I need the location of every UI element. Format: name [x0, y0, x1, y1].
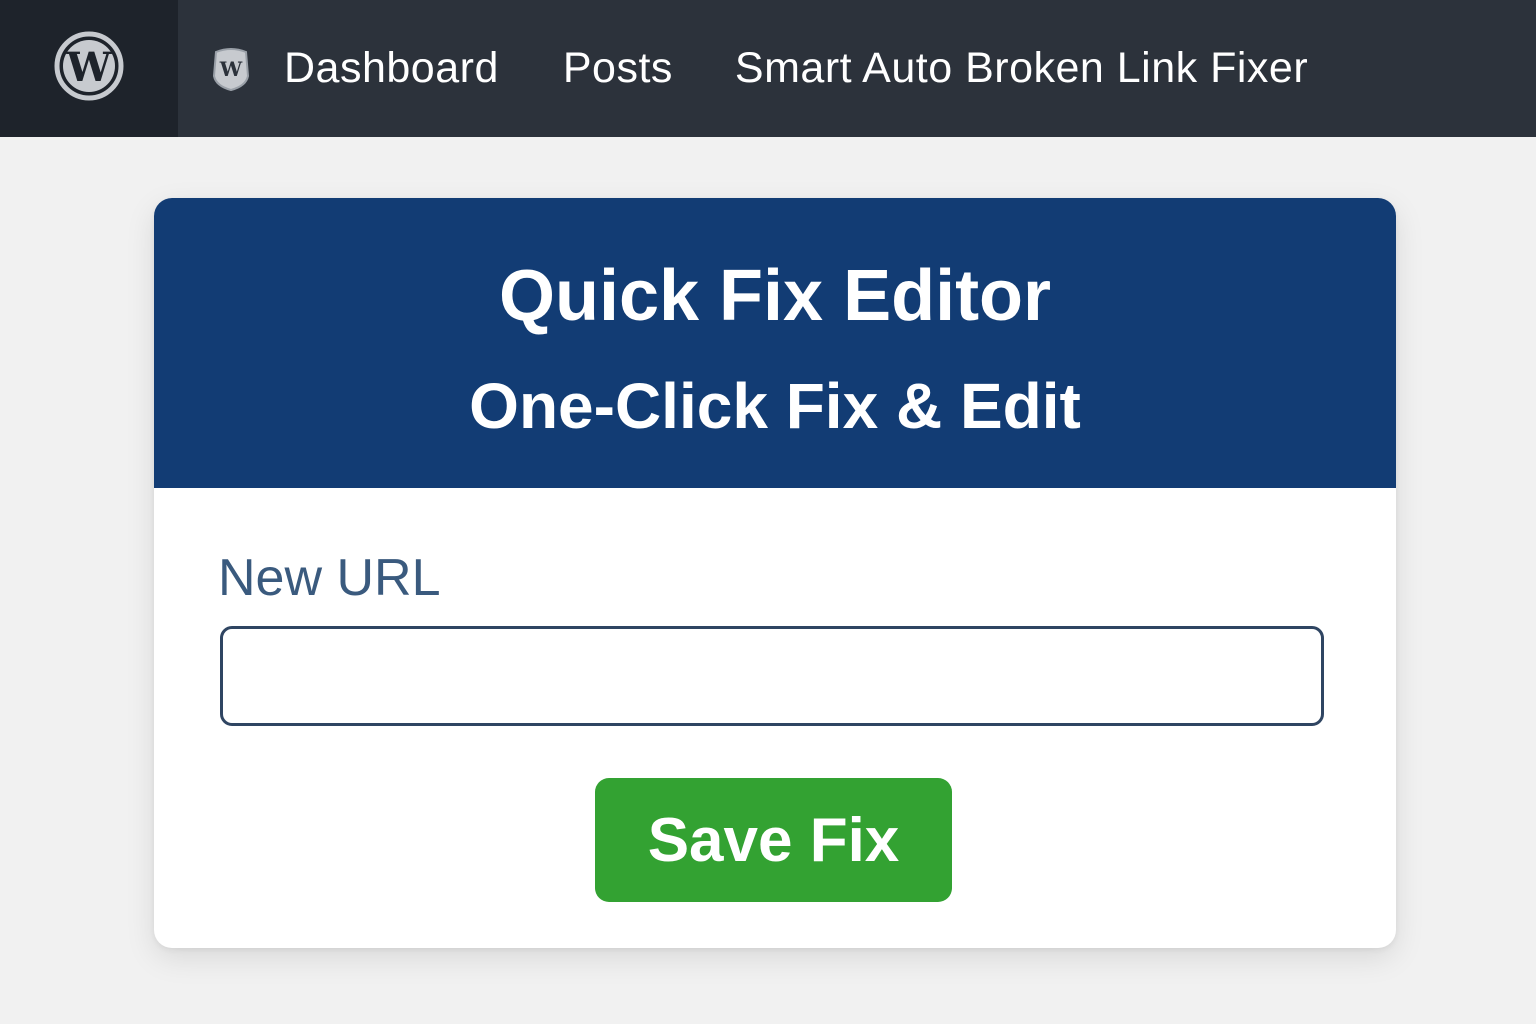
save-fix-button[interactable]: Save Fix: [595, 778, 952, 902]
new-url-label: New URL: [218, 549, 441, 607]
editor-subtitle: One-Click Fix & Edit: [469, 370, 1081, 442]
editor-header: Quick Fix Editor One-Click Fix & Edit: [154, 198, 1396, 488]
plugin-badge-icon[interactable]: W: [210, 46, 252, 92]
editor-title: Quick Fix Editor: [498, 256, 1052, 336]
quick-fix-editor-card: Quick Fix Editor One-Click Fix & Edit Ne…: [154, 198, 1396, 948]
wordpress-logo-button[interactable]: W: [0, 0, 178, 137]
svg-text:W: W: [219, 57, 243, 81]
wordpress-logo-icon: W: [54, 31, 124, 106]
nav-dashboard[interactable]: Dashboard: [284, 44, 499, 93]
svg-text:W: W: [66, 44, 113, 91]
new-url-input[interactable]: [220, 626, 1324, 726]
admin-bar: W W Dashboard Posts Smart Auto Broken Li…: [0, 0, 1536, 137]
nav-posts[interactable]: Posts: [563, 44, 673, 93]
nav-smart-auto-broken-link-fixer[interactable]: Smart Auto Broken Link Fixer: [735, 44, 1308, 93]
